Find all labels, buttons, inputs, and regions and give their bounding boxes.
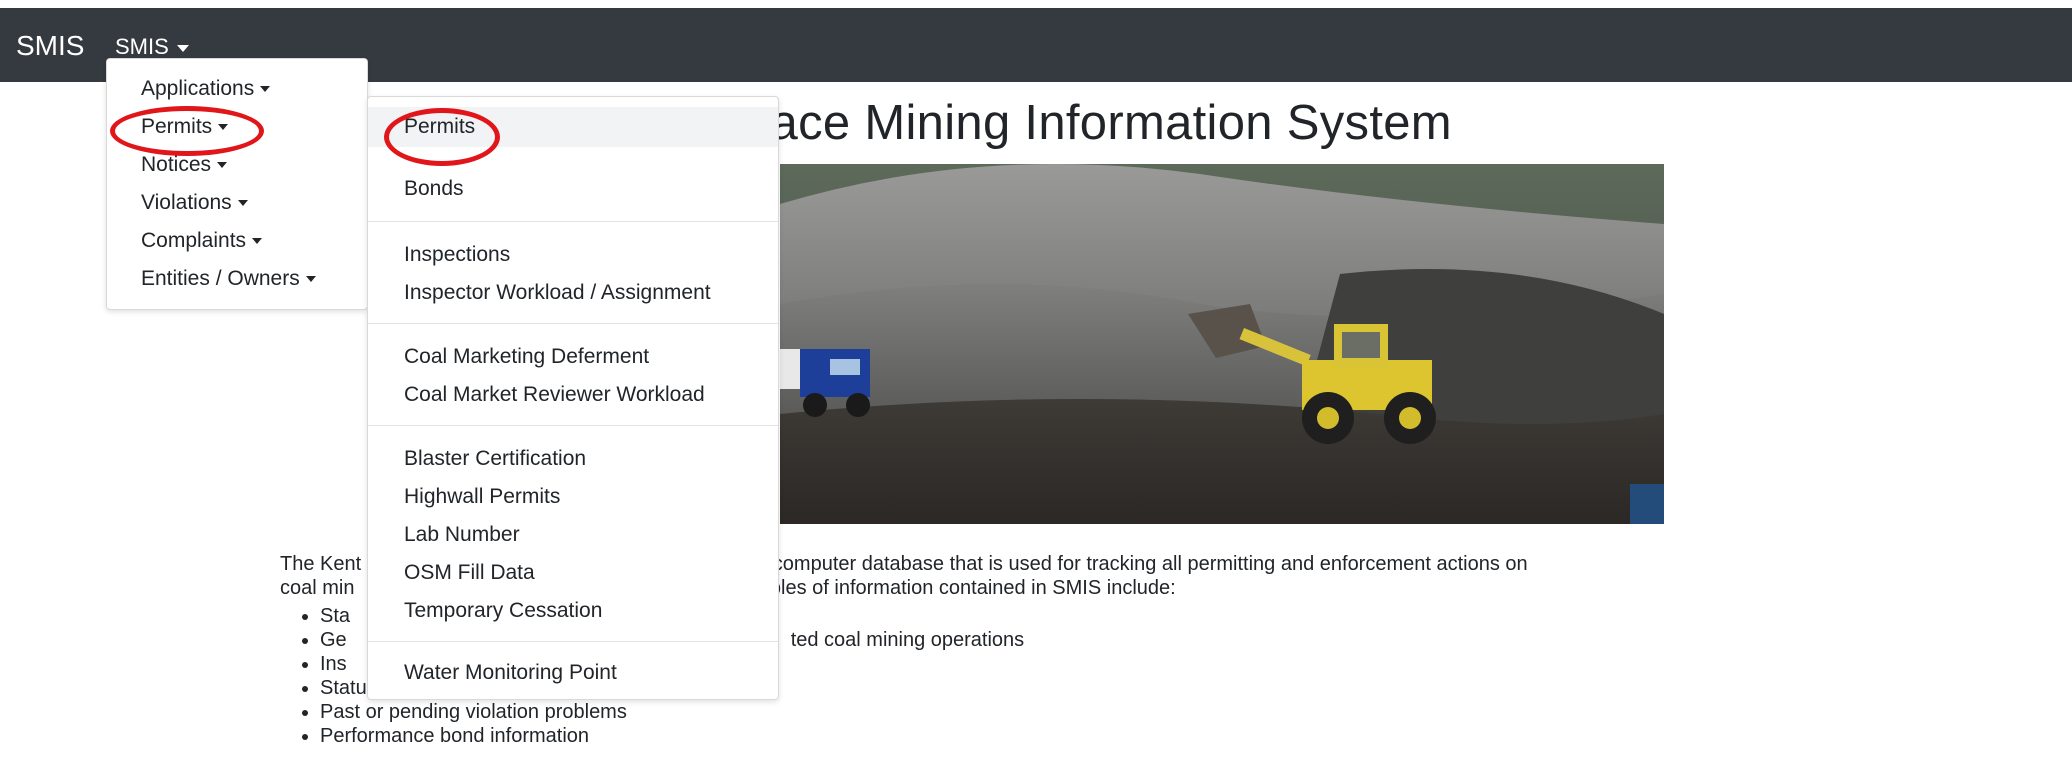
submenu-item-temporary-cessation[interactable]: Temporary Cessation (404, 599, 602, 623)
menu-item-permits[interactable]: Permits (141, 115, 229, 139)
submenu-item-water-monitoring-point[interactable]: Water Monitoring Point (404, 661, 617, 685)
caret-down-icon (176, 44, 189, 52)
caret-down-icon (218, 124, 229, 131)
submenu-item-coal-marketing-deferment[interactable]: Coal Marketing Deferment (404, 345, 649, 369)
menu-item-complaints[interactable]: Complaints (141, 229, 263, 253)
menu-divider (368, 221, 778, 222)
page-title: rface Mining Information System (740, 96, 1452, 150)
submenu-item-coal-market-reviewer-workload[interactable]: Coal Market Reviewer Workload (404, 383, 705, 407)
brand-logo[interactable]: SMIS (16, 30, 84, 62)
caret-down-icon (237, 200, 248, 207)
smis-menu-label: SMIS (115, 34, 169, 59)
list-item: Performance bond information (320, 724, 1920, 748)
submenu-item-inspections[interactable]: Inspections (404, 243, 510, 267)
menu-item-entities-owners[interactable]: Entities / Owners (141, 267, 316, 291)
submenu-item-highwall-permits[interactable]: Highwall Permits (404, 485, 560, 509)
submenu-item-inspector-workload[interactable]: Inspector Workload / Assignment (404, 281, 711, 305)
menu-divider (368, 641, 778, 642)
caret-down-icon (252, 238, 263, 245)
caret-down-icon (217, 162, 228, 169)
list-item: Past or pending violation problems (320, 700, 1920, 724)
submenu-item-blaster-certification[interactable]: Blaster Certification (404, 447, 586, 471)
permits-submenu: Permits Bonds Inspections Inspector Work… (367, 96, 779, 700)
hero-image-mining (780, 164, 1664, 524)
smis-menu-toggle[interactable]: SMIS (115, 34, 189, 60)
submenu-item-lab-number[interactable]: Lab Number (404, 523, 520, 547)
submenu-item-osm-fill-data[interactable]: OSM Fill Data (404, 561, 535, 585)
submenu-item-bonds[interactable]: Bonds (404, 177, 464, 201)
menu-divider (368, 323, 778, 324)
submenu-item-permits[interactable]: Permits (404, 115, 475, 139)
caret-down-icon (260, 86, 271, 93)
caret-down-icon (305, 276, 316, 283)
menu-item-notices[interactable]: Notices (141, 153, 228, 177)
smis-dropdown-menu: Applications Permits Notices Violations … (106, 58, 368, 310)
menu-divider (368, 425, 778, 426)
menu-item-applications[interactable]: Applications (141, 77, 271, 101)
menu-item-violations[interactable]: Violations (141, 191, 248, 215)
